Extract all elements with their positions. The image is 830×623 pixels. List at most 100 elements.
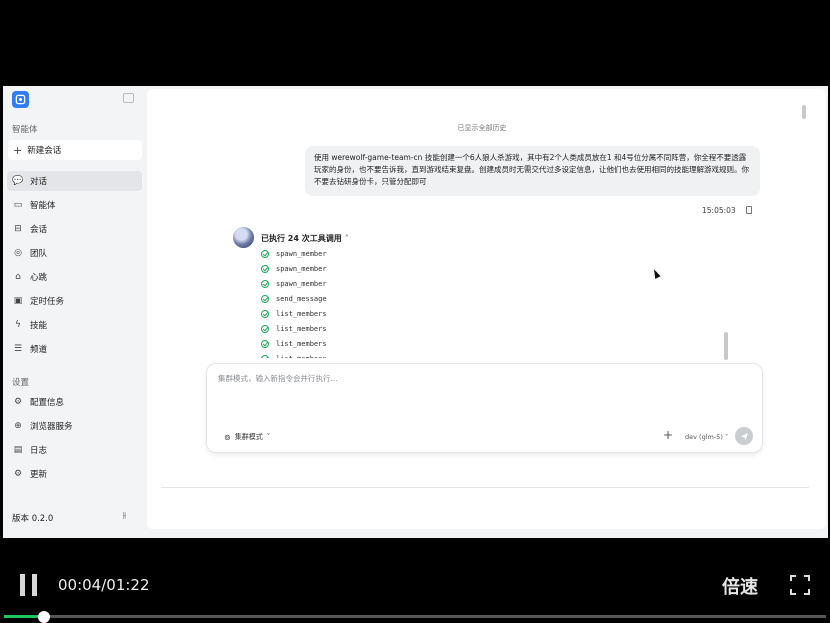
log-icon: ▤: [13, 445, 23, 455]
progress-handle[interactable]: [38, 611, 50, 623]
sidebar-item-label: 浏览器服务: [30, 422, 73, 432]
pause-icon[interactable]: [20, 574, 40, 596]
update-gear-icon: ⚙: [13, 469, 23, 479]
check-circle-icon: [261, 264, 269, 273]
tool-name: list_members: [276, 309, 327, 318]
tool-call-item: spawn_member: [261, 276, 461, 291]
globe-icon: ⊕: [14, 421, 22, 431]
history-note: 已显示全部历史: [457, 124, 507, 132]
tool-summary-label: 已执行 24 次工具调用: [261, 234, 342, 243]
chat-panel: 已显示全部历史 使用 werewolf-game-team-cn 技能创建一个6…: [147, 89, 826, 529]
tool-call-item: send_message: [261, 291, 461, 306]
fullscreen-icon[interactable]: [790, 575, 810, 595]
sidebar-item-team[interactable]: ◎ 团队: [7, 243, 142, 263]
version-label: 版本 0.2.0: [12, 514, 54, 524]
heartbeat-icon: ⌂: [15, 272, 21, 282]
sidebar-item-label: 技能: [30, 321, 48, 331]
video-player-frame: 智能体 + 新建会话 💬 对话 ▭ 智能体 ⊟ 会话 ◎ 团队 ⌂ 心跳 ▣ 定…: [0, 0, 830, 623]
composer-input[interactable]: 集群模式，输入新指令会并行执行...: [218, 373, 338, 384]
send-icon: [740, 432, 748, 440]
sidebar-item-label: 智能体: [30, 201, 56, 211]
lightning-icon: ϟ: [15, 320, 21, 330]
sidebar-item-agents[interactable]: ▭ 智能体: [7, 195, 142, 215]
playback-time: 00:04/01:22: [58, 576, 150, 594]
sidebar-item-channels[interactable]: ☰ 频道: [7, 339, 142, 359]
section-label-agents: 智能体: [12, 125, 38, 135]
check-circle-icon: [261, 324, 269, 333]
divider: [161, 487, 809, 488]
list-icon: ☰: [13, 344, 23, 354]
chevron-down-icon: ˅: [266, 433, 271, 441]
agent-avatar: [233, 227, 254, 248]
send-button[interactable]: [735, 427, 753, 445]
mouse-cursor-icon: [651, 268, 661, 279]
tool-name: spawn_member: [276, 264, 327, 273]
tool-name: list_members: [276, 355, 327, 359]
tool-name: send_message: [276, 294, 327, 303]
check-circle-icon: [261, 294, 269, 303]
add-attachment-button[interactable]: +: [663, 428, 673, 442]
chat-bubble-icon: 💬: [12, 176, 24, 186]
user-message: 使用 werewolf-game-team-cn 技能创建一个6人狼人杀游戏，其…: [305, 146, 760, 196]
tool-name: list_members: [276, 339, 327, 348]
tool-call-item: spawn_member: [261, 261, 461, 276]
team-icon: ◎: [14, 248, 22, 258]
cluster-mode-icon: ⊚: [224, 432, 231, 442]
tool-call-item: list_members: [261, 306, 461, 321]
scrollbar-thumb[interactable]: [802, 105, 806, 119]
tool-name: list_members: [276, 324, 327, 333]
sidebar-item-label: 团队: [30, 249, 48, 259]
composer[interactable]: 集群模式，输入新指令会并行执行... ⊚ 集群模式 ˅ + dev (glm-5…: [206, 363, 763, 453]
mode-label: 集群模式: [234, 433, 263, 441]
model-selector[interactable]: dev (glm-5) ˅: [685, 433, 728, 441]
new-chat-button[interactable]: + 新建会话: [8, 140, 142, 160]
app-logo-icon: [12, 91, 29, 108]
sidebar-item-label: 心跳: [30, 273, 48, 283]
plus-icon: +: [13, 143, 23, 157]
playback-speed-button[interactable]: 倍速: [722, 573, 758, 599]
sidebar-item-label: 配置信息: [30, 398, 65, 408]
sidebar-item-label: 定时任务: [30, 297, 65, 307]
tool-name: spawn_member: [276, 249, 327, 258]
tool-call-item: list_members: [261, 336, 461, 351]
sidebar-item-browser-service[interactable]: ⊕ 浏览器服务: [7, 416, 142, 436]
sliders-icon[interactable]: ⫲: [123, 511, 126, 521]
check-circle-icon: [261, 309, 269, 318]
sidebar-item-label: 日志: [30, 446, 48, 456]
sidebar-collapse-icon[interactable]: [123, 93, 134, 103]
tool-call-item: list_members: [261, 351, 461, 358]
chevron-up-icon: ˄: [344, 234, 349, 243]
mode-selector[interactable]: ⊚ 集群模式 ˅: [224, 432, 270, 442]
sidebar-item-chat[interactable]: 💬 对话: [7, 171, 142, 191]
check-circle-icon: [261, 354, 269, 358]
sidebar-item-schedule[interactable]: ▣ 定时任务: [7, 291, 142, 311]
model-label: dev (glm-5): [685, 433, 723, 441]
monitor-icon: ▭: [13, 200, 23, 210]
sidebar-item-logs[interactable]: ▤ 日志: [7, 440, 142, 460]
app-window: 智能体 + 新建会话 💬 对话 ▭ 智能体 ⊟ 会话 ◎ 团队 ⌂ 心跳 ▣ 定…: [3, 86, 828, 538]
check-circle-icon: [261, 249, 269, 258]
calendar-icon: ▣: [13, 296, 23, 306]
copy-icon[interactable]: [746, 206, 752, 214]
message-timestamp: 15:05:03: [702, 206, 736, 215]
sidebar-item-label: 会话: [30, 225, 48, 235]
check-circle-icon: [261, 339, 269, 348]
progress-track[interactable]: [4, 615, 826, 618]
sidebar-item-sessions[interactable]: ⊟ 会话: [7, 219, 142, 239]
section-label-settings: 设置: [12, 378, 30, 388]
sidebar-item-skills[interactable]: ϟ 技能: [7, 315, 142, 335]
tool-call-item: list_members: [261, 321, 461, 336]
sidebar-item-update[interactable]: ⚙ 更新: [7, 464, 142, 484]
tool-calls-toggle[interactable]: 已执行 24 次工具调用 ˄: [261, 233, 349, 244]
sidebar-item-label: 对话: [30, 177, 48, 187]
scrollbar-thumb[interactable]: [724, 332, 728, 360]
sidebar-item-heartbeat[interactable]: ⌂ 心跳: [7, 267, 142, 287]
gear-icon: ⚙: [13, 397, 23, 407]
chevron-down-icon: ˅: [724, 433, 729, 441]
new-chat-label: 新建会话: [27, 146, 62, 156]
sidebar-item-label: 频道: [30, 345, 48, 355]
tool-name: spawn_member: [276, 279, 327, 288]
tool-call-item: spawn_member: [261, 246, 461, 261]
session-icon: ⊟: [14, 224, 22, 234]
sidebar-item-config[interactable]: ⚙ 配置信息: [7, 392, 142, 412]
